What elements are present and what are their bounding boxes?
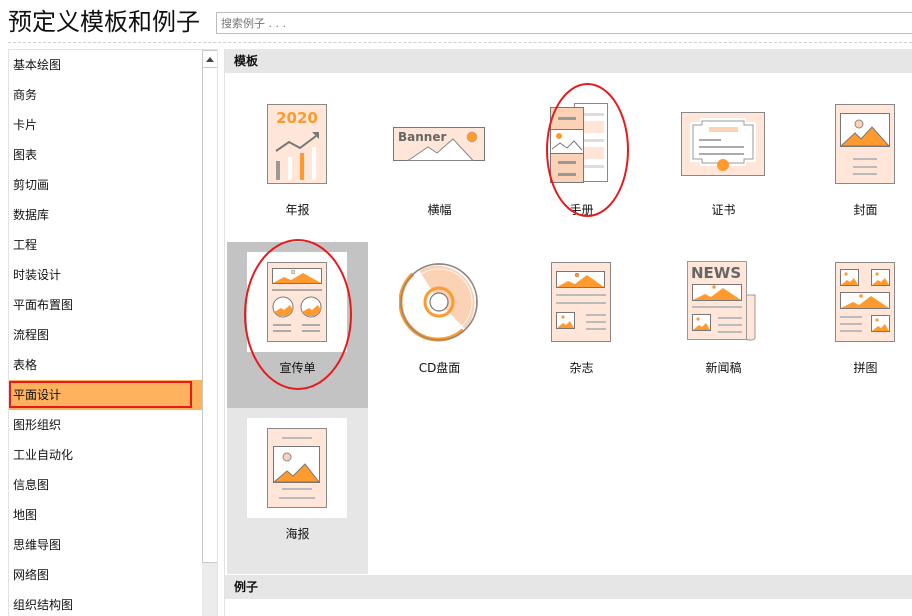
template-label: 年报 (285, 203, 310, 217)
sidebar-item-graphic-organizer[interactable]: 图形组织 (9, 410, 202, 440)
flyer-icon (247, 252, 347, 352)
template-label: 杂志 (569, 361, 594, 375)
template-newsletter[interactable]: NEWS 新闻稿 (653, 242, 794, 408)
banner-icon: Banner (389, 94, 489, 194)
category-sidebar: 基本绘图 商务 卡片 图表 剪切画 数据库 工程 时装设计 平面布置图 流程图 … (8, 49, 218, 616)
template-label: 封面 (853, 203, 878, 217)
certificate-icon (673, 94, 773, 194)
page-title: 预定义模板和例子 (8, 8, 200, 36)
sidebar-item-floor-plan[interactable]: 平面布置图 (9, 290, 202, 320)
sidebar-item-clipart[interactable]: 剪切画 (9, 170, 202, 200)
sidebar-item-mind-map[interactable]: 思维导图 (9, 530, 202, 560)
template-annual-report[interactable]: 2020 年报 (227, 84, 368, 250)
template-label: 新闻稿 (705, 361, 742, 375)
arrow-up-icon (206, 56, 214, 62)
sidebar-item-business[interactable]: 商务 (9, 80, 202, 110)
sidebar-item-engineering[interactable]: 工程 (9, 230, 202, 260)
template-label: 证书 (711, 203, 736, 217)
scroll-up-button[interactable] (202, 50, 217, 68)
magazine-icon (531, 252, 631, 352)
sidebar-item-table[interactable]: 表格 (9, 350, 202, 380)
cover-icon (815, 94, 912, 194)
template-magazine[interactable]: 杂志 (511, 242, 652, 408)
examples-section-heading: 例子 (225, 575, 912, 599)
sidebar-item-fashion-design[interactable]: 时装设计 (9, 260, 202, 290)
template-label: 手册 (569, 203, 594, 217)
template-label: 海报 (285, 527, 310, 541)
search-input[interactable] (216, 12, 912, 34)
template-brochure[interactable]: 手册 (511, 84, 652, 250)
collage-icon (815, 252, 912, 352)
template-label: 宣传单 (279, 361, 316, 375)
template-flyer[interactable]: 宣传单 (227, 242, 368, 408)
svg-text:Banner: Banner (398, 130, 446, 144)
sidebar-scrollbar[interactable] (202, 50, 217, 616)
scrollbar-thumb[interactable] (202, 68, 217, 563)
newsletter-icon: NEWS (673, 252, 773, 352)
sidebar-item-industrial-automation[interactable]: 工业自动化 (9, 440, 202, 470)
template-label: CD盘面 (418, 361, 461, 375)
sidebar-item-database[interactable]: 数据库 (9, 200, 202, 230)
template-panel: 模板 2020 年报 Banner 横幅 手册 证书 封面 宣传单 CD盘面 杂… (224, 49, 912, 616)
template-cover[interactable]: 封面 (795, 84, 912, 250)
template-banner[interactable]: Banner 横幅 (369, 84, 510, 250)
template-label: 拼图 (853, 361, 878, 375)
template-collage[interactable]: 拼图 (795, 242, 912, 408)
category-list: 基本绘图 商务 卡片 图表 剪切画 数据库 工程 时装设计 平面布置图 流程图 … (9, 50, 202, 616)
svg-text:NEWS: NEWS (691, 264, 741, 282)
sidebar-item-card[interactable]: 卡片 (9, 110, 202, 140)
sidebar-item-map[interactable]: 地图 (9, 500, 202, 530)
sidebar-item-infographic[interactable]: 信息图 (9, 470, 202, 500)
sidebar-item-flowchart[interactable]: 流程图 (9, 320, 202, 350)
templates-section-heading: 模板 (225, 49, 912, 73)
sidebar-item-org-chart[interactable]: 组织结构图 (9, 590, 202, 616)
cd-icon (389, 252, 489, 352)
poster-icon (247, 418, 347, 518)
svg-text:2020: 2020 (276, 109, 318, 127)
template-cd-label[interactable]: CD盘面 (369, 242, 510, 408)
sidebar-item-network[interactable]: 网络图 (9, 560, 202, 590)
annual-report-icon: 2020 (247, 94, 347, 194)
template-label: 横幅 (427, 203, 452, 217)
template-poster[interactable]: 海报 (227, 408, 368, 574)
template-certificate[interactable]: 证书 (653, 84, 794, 250)
brochure-icon (531, 94, 631, 194)
header-divider (8, 42, 912, 43)
sidebar-item-chart[interactable]: 图表 (9, 140, 202, 170)
sidebar-item-basic-drawing[interactable]: 基本绘图 (9, 50, 202, 80)
sidebar-item-graphic-design[interactable]: 平面设计 (9, 380, 202, 410)
